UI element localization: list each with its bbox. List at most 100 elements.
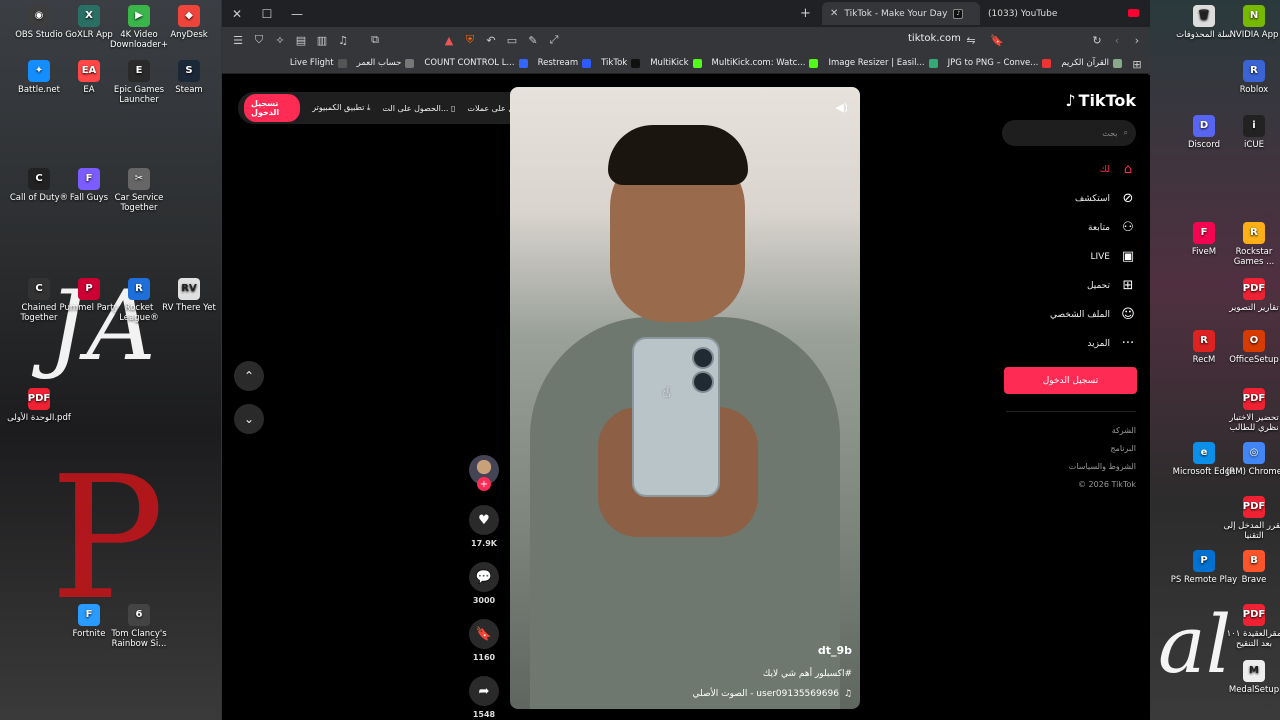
bookmark-item[interactable]: القرآن الكريم [1061,58,1122,68]
footer-link[interactable]: الشروط والسياسات [1069,458,1136,476]
desktop-icon[interactable]: RV RV There Yet [155,278,223,313]
signin-pill-button[interactable]: تسجيل الدخول [244,94,301,122]
like-button[interactable]: ♥ [469,505,499,535]
comment-button[interactable]: 💬 [469,562,499,592]
signin-button[interactable]: تسجيل الدخول [1004,367,1137,394]
bookmark-item[interactable]: Live Flight [290,58,347,68]
undo-icon[interactable]: ↶ [481,30,501,50]
sidebar-icon[interactable]: ▥ [312,30,332,50]
desktop-icon[interactable]: ◎ (RM) Chrome [1220,442,1280,477]
desktop-icon[interactable]: PDF الوحدة الأولى.pdf [5,388,73,423]
tab-youtube[interactable]: (1033) YouTube [980,2,1065,25]
close-icon[interactable]: ✕ [222,0,252,27]
search-input[interactable]: بحث ⌕ [1002,120,1136,146]
music-icon[interactable]: ♫ [333,30,353,50]
bookmark-item[interactable]: TikTok [601,58,641,68]
footer-link[interactable]: © 2026 TikTok [1069,476,1136,494]
app-icon: P [78,278,100,300]
screenshot-icon[interactable]: ⧉ [365,30,385,50]
shield-icon[interactable]: ⛉ [249,30,269,50]
desktop-icon[interactable]: O OfficeSetup [1220,330,1280,365]
forward-icon[interactable]: › [1127,30,1147,50]
sidebar-item-profile[interactable]: الملف الشخصي ☺ [996,300,1136,329]
tab-tiktok[interactable]: ✕ TikTok - Make Your Day ♪ [822,2,980,25]
sidebar-item-home[interactable]: لك ⌂ [996,155,1136,184]
bookmark-icon[interactable]: 🔖 [987,30,1007,50]
bookmark-label: Image Resizer | Easil... [828,58,925,68]
tiktok-favicon-icon: ♪ [953,8,964,19]
desktop-icon[interactable]: B Brave [1220,550,1280,585]
music-note-icon: ♫ [843,689,852,699]
app-icon: R [1193,330,1215,352]
reload-icon[interactable]: ↻ [1087,30,1107,50]
maximize-icon[interactable]: ☐ [252,0,282,27]
apps-grid-icon[interactable]: ⊞ [1127,54,1147,74]
follow-plus-icon[interactable]: + [477,477,491,491]
desktop-icon[interactable]: R Roblox [1220,60,1280,95]
desktop-icon[interactable]: 6 Tom Clancy's Rainbow Si... [105,604,173,649]
sidebar-item-explore[interactable]: استكشف ⊘ [996,184,1136,213]
app-icon: i [1243,115,1265,137]
sidebar-item-following[interactable]: متابعة ⚇ [996,213,1136,242]
footer-link[interactable]: الشركة [1069,422,1136,440]
bookmark-item[interactable]: JPG to PNG – Conve... [948,58,1052,68]
cast-icon[interactable]: ▭ [502,30,522,50]
desktop-app-link[interactable]: تطبيق الكمبيوتر ⤓ [312,103,370,113]
translate-icon[interactable]: ✎ [523,30,543,50]
desktop-icon-label: (RM) Chrome [1226,467,1280,477]
sidebar-item-live[interactable]: LIVE ▣ [996,242,1136,271]
new-tab-icon[interactable]: + [800,6,811,21]
desktop-icon[interactable]: ◆ AnyDesk [155,5,223,40]
address-bar[interactable]: tiktok.com [908,33,961,44]
desktop-icon[interactable]: R Rockstar Games ... [1220,222,1280,267]
minimize-icon[interactable]: — [282,0,312,27]
resize-icon[interactable]: ⤢ [544,30,564,50]
wallet-icon[interactable]: ▤ [291,30,311,50]
footer-link[interactable]: البرنامج [1069,440,1136,458]
desktop-icon[interactable]: ✂ Car Service Together [105,168,173,213]
desktop-icon[interactable]: PDF تقارير التصوير [1220,278,1280,313]
desktop-icon[interactable]: i iCUE [1220,115,1280,150]
get-app-link[interactable]: الحصول على الت... ▯ [382,104,455,113]
bookmark-favicon-icon [809,58,819,68]
video-username[interactable]: dt_9b [818,644,852,657]
video-music[interactable]: الصوت الأصلي - user09135569696 ♫ [693,689,852,699]
tiktok-logo[interactable]: ♪ TikTok [1065,91,1136,110]
site-settings-icon[interactable]: ⇋ [961,30,981,50]
bookmark-item[interactable]: Image Resizer | Easil... [828,58,938,68]
desktop-icon-label: Car Service Together [114,193,164,213]
volume-icon[interactable]: ◀) [835,101,848,114]
like-count: 17.9K [471,539,497,548]
bookmark-item[interactable]: MultiKick.com: Watc... [712,58,819,68]
back-icon[interactable]: ‹ [1107,30,1127,50]
share-button[interactable]: ➦ [469,676,499,706]
tab-close-icon[interactable]: ✕ [830,8,838,19]
save-button[interactable]: 🔖 [469,619,499,649]
music-label: الصوت الأصلي - user09135569696 [692,689,839,699]
next-video-button[interactable]: ⌄ [234,404,264,434]
bookmark-item[interactable]: Restream [538,58,592,68]
previous-video-button[interactable]: ⌃ [234,361,264,391]
desktop-icon[interactable]: PDF تحضير الاختبار نظري للطالب [1220,388,1280,433]
bookmark-item[interactable]: COUNT CONTROL L... [424,58,528,68]
bookmark-item[interactable]: MultiKick [650,58,702,68]
video-caption[interactable]: #اكسبلور أهم شي لايك [763,669,852,679]
menu-icon[interactable]: ☰ [228,30,248,50]
hand-cursor-icon: ☝ [662,385,671,401]
bookmark-item[interactable]: حساب العمر [357,58,415,68]
brave-rewards-icon[interactable]: ▲ [439,30,459,50]
desktop-icon[interactable]: M MedalSetup [1220,660,1280,695]
desktop-icon[interactable]: PDF مقرالعقيدة ١٠١ بعد التنقيح [1220,604,1280,649]
brave-shields-icon[interactable]: ⛨ [460,30,480,50]
bookmark-favicon-icon [518,58,528,68]
extension-icon[interactable]: ✧ [270,30,290,50]
desktop-icon[interactable]: N NVIDIA App [1220,5,1280,40]
app-icon: S [178,60,200,82]
desktop-icon[interactable]: S Steam [155,60,223,95]
sidebar-item-upload[interactable]: تحميل ⊞ [996,271,1136,300]
tiktok-note-icon: ♪ [1065,91,1076,110]
video-player[interactable]: ◀) dt_9b #اكسبلور أهم شي لايك الصوت الأص… [510,87,860,709]
desktop-icon[interactable]: PDF مقرر المدخل إلى التقنيا [1220,496,1280,541]
sidebar-item-more[interactable]: المزيد ··· [996,329,1136,358]
following-icon: ⚇ [1122,220,1134,235]
